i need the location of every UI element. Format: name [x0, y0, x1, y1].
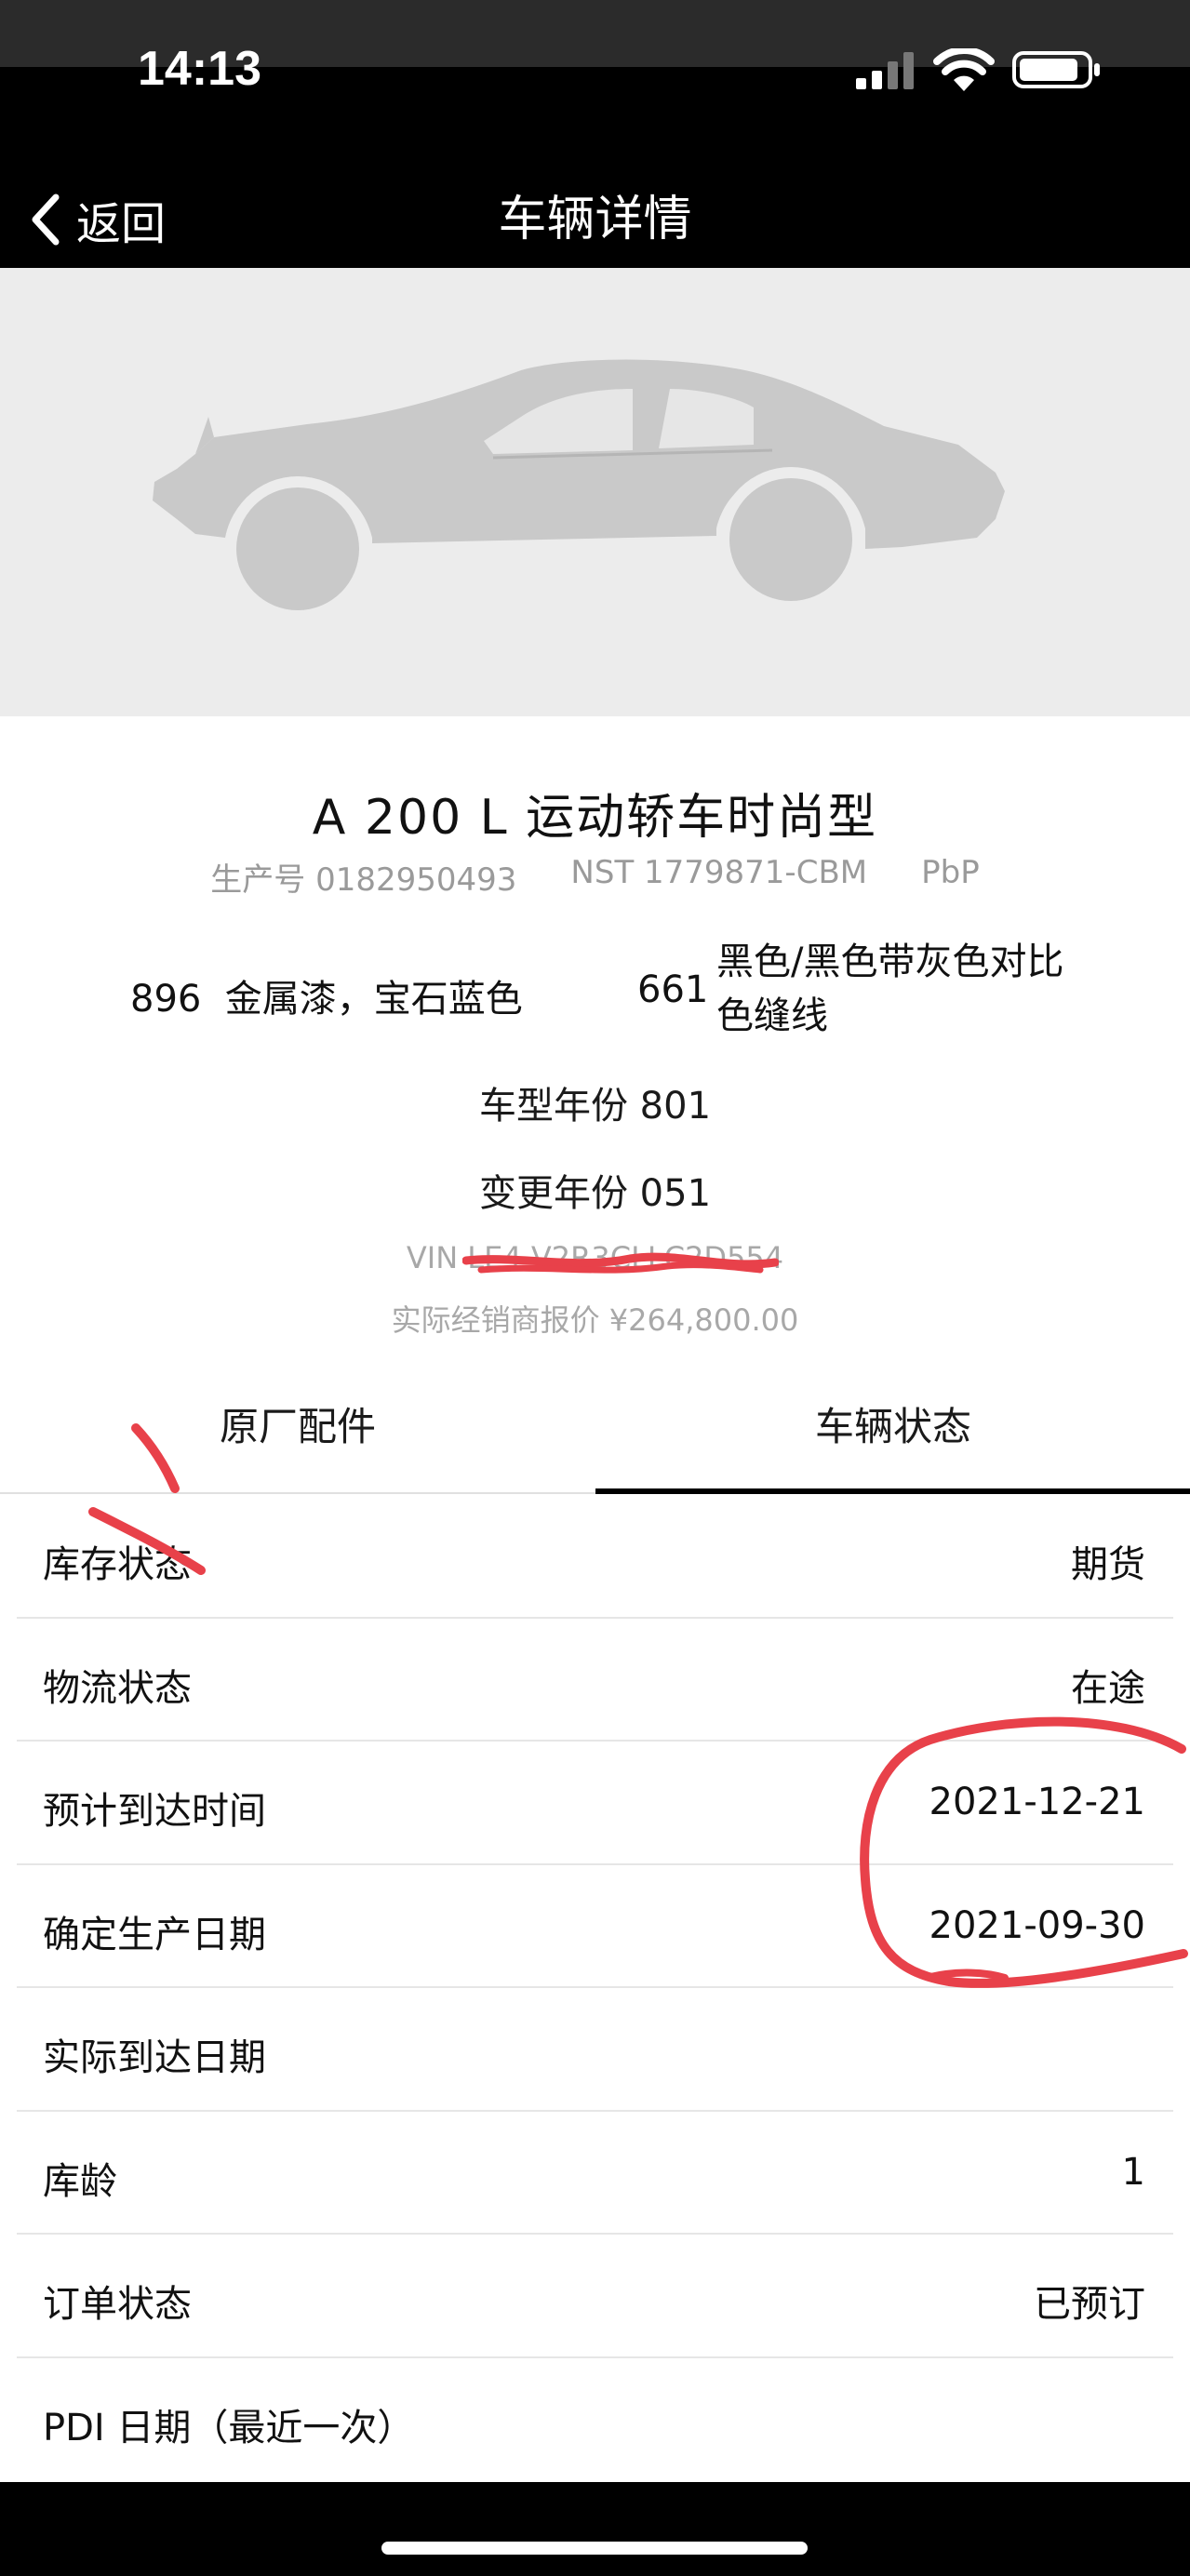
home-bar — [0, 2482, 1190, 2576]
upholstery-name: 黑色/黑色带灰色对比色缝线 — [716, 941, 1064, 1037]
status-time: 14:13 — [138, 42, 261, 96]
dealer-price: 实际经销商报价 ¥264,800.00 — [391, 1302, 799, 1338]
row-value: 2021-12-21 — [929, 1781, 1145, 1823]
list-item: 实际到达日期 — [17, 1988, 1173, 2112]
row-label: 库龄 — [43, 2159, 117, 2203]
model-year: 车型年份 801 — [478, 1085, 712, 1128]
active-tab-indicator — [595, 1488, 1190, 1494]
navigation-bar: 返回 车辆详情 — [0, 140, 1190, 268]
vin-row: VIN LE4 V2R3CLLC2D554 — [0, 1240, 1190, 1275]
row-value: 1 — [1121, 2150, 1145, 2194]
car-silhouette-icon — [153, 359, 1005, 621]
status-bar: 14:13 — [0, 0, 1190, 140]
production-number: 生产号 0182950493 — [210, 861, 517, 899]
vin-redaction-scribble — [461, 1252, 779, 1274]
pbp-code: PbP — [921, 854, 980, 891]
upholstery-code: 661 — [637, 968, 709, 1011]
vehicle-status-list: 库存状态 期货 物流状态 在途 预计到达时间 2021-12-21 确定生产日期… — [0, 1495, 1190, 2481]
row-label: 订单状态 — [43, 2283, 192, 2326]
tab-bar: 原厂配件 车辆状态 — [0, 1375, 1190, 1496]
change-year: 变更年份 051 — [478, 1172, 712, 1215]
row-label: PDI 日期（最近一次） — [43, 2406, 415, 2449]
model-name: A 200 L 运动轿车时尚型 — [312, 790, 878, 846]
list-item: 确定生产日期 2021-09-30 — [17, 1865, 1173, 1988]
row-value: 期货 — [1071, 1543, 1145, 1586]
paint-name: 金属漆，宝石蓝色 — [224, 978, 523, 1021]
list-item: 物流状态 在途 — [17, 1619, 1173, 1742]
row-label: 实际到达日期 — [43, 2036, 266, 2079]
row-label: 库存状态 — [43, 1543, 192, 1586]
vehicle-image — [0, 268, 1190, 716]
row-label: 预计到达时间 — [43, 1790, 266, 1833]
home-indicator[interactable] — [381, 2542, 808, 2555]
paint-info: 896 金属漆，宝石蓝色 — [130, 968, 523, 1022]
vehicle-codes: 生产号 0182950493 NST 1779871-CBM PbP — [0, 854, 1190, 900]
list-item: 库存状态 期货 — [17, 1495, 1173, 1619]
row-value: 已预订 — [1034, 2283, 1145, 2326]
list-item: 预计到达时间 2021-12-21 — [17, 1742, 1173, 1865]
row-value: 2021-09-30 — [929, 1903, 1145, 1947]
signal-icon — [856, 52, 914, 89]
tab-original-parts[interactable]: 原厂配件 — [0, 1375, 595, 1496]
list-item: 库龄 1 — [17, 2112, 1173, 2235]
nst-code: NST 1779871-CBM — [570, 854, 868, 891]
vehicle-detail-screen: 14:13 返回 车辆详情 A 200 L 运动轿车时尚型 生产号 018295… — [0, 0, 1190, 2576]
row-value: 在途 — [1071, 1666, 1145, 1710]
row-label: 物流状态 — [43, 1666, 192, 1710]
list-item: 订单状态 已预订 — [17, 2235, 1173, 2358]
battery-icon — [1012, 51, 1100, 88]
page-title: 车辆详情 — [498, 192, 692, 247]
wifi-icon — [933, 48, 995, 91]
paint-code: 896 — [130, 978, 202, 1021]
list-item: PDI 日期（最近一次） — [17, 2358, 1173, 2482]
row-label: 确定生产日期 — [43, 1913, 266, 1956]
tab-vehicle-status[interactable]: 车辆状态 — [595, 1375, 1190, 1496]
